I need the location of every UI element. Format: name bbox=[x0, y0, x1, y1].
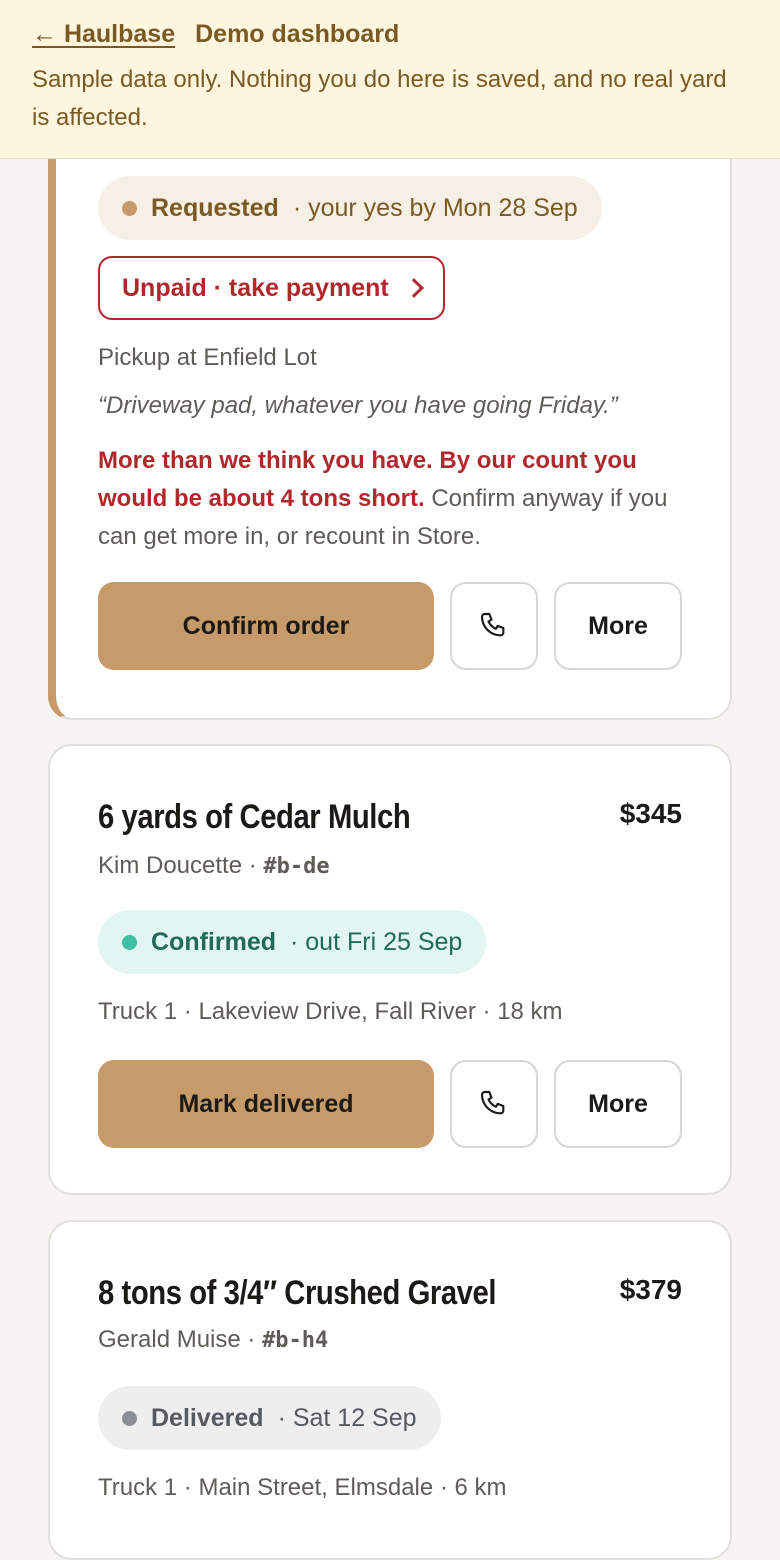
stock-warning: More than we think you have. By our coun… bbox=[98, 442, 688, 556]
delivery-route: Truck 1 · Main Street, Elmsdale · 6 km bbox=[98, 1474, 507, 1501]
order-card-requested: Requested · your yes by Mon 28 Sep Unpai… bbox=[48, 120, 732, 720]
order-ref: #b-de bbox=[263, 854, 330, 879]
customer-note: “Driveway pad, whatever you have going F… bbox=[98, 392, 618, 419]
order-header: 6 yards of Cedar Mulch $345 bbox=[98, 798, 682, 837]
call-customer-button[interactable] bbox=[450, 1060, 538, 1148]
status-dot-icon bbox=[122, 934, 137, 950]
status-detail: · your yes by Mon 28 Sep bbox=[292, 193, 578, 222]
phone-icon bbox=[480, 612, 505, 637]
confirm-order-button[interactable]: Confirm order bbox=[98, 582, 434, 670]
order-actions: Confirm order More bbox=[98, 582, 682, 670]
order-price: $345 bbox=[619, 798, 682, 829]
status-label: Confirmed bbox=[151, 927, 276, 956]
pickup-location: Pickup at Enfield Lot bbox=[98, 344, 317, 371]
order-title: 6 yards of Cedar Mulch bbox=[98, 798, 411, 836]
take-payment-label: Unpaid · take payment bbox=[122, 273, 389, 302]
status-dot-icon bbox=[122, 1410, 137, 1426]
status-badge: Confirmed · out Fri 25 Sep bbox=[98, 910, 487, 974]
order-header: 8 tons of 3/4″ Crushed Gravel $379 bbox=[98, 1274, 682, 1313]
mark-delivered-button[interactable]: Mark delivered bbox=[98, 1060, 434, 1148]
delivery-route: Truck 1 · Lakeview Drive, Fall River · 1… bbox=[98, 998, 563, 1025]
phone-icon bbox=[480, 1090, 505, 1115]
more-button[interactable]: More bbox=[554, 582, 682, 670]
status-badge: Requested · your yes by Mon 28 Sep bbox=[98, 176, 602, 240]
customer-name: Gerald Muise · bbox=[98, 1326, 263, 1353]
order-actions: Mark delivered More bbox=[98, 1060, 682, 1148]
order-title: 8 tons of 3/4″ Crushed Gravel bbox=[98, 1274, 497, 1312]
take-payment-button[interactable]: Unpaid · take payment bbox=[98, 256, 445, 320]
status-detail: · Sat 12 Sep bbox=[277, 1403, 417, 1432]
status-dot-icon bbox=[122, 200, 137, 216]
status-label: Requested bbox=[151, 193, 279, 222]
order-ref: #b-h4 bbox=[262, 1328, 329, 1353]
chevron-right-icon bbox=[403, 278, 424, 298]
order-price: $379 bbox=[619, 1274, 682, 1305]
banner-title: Demo dashboard bbox=[195, 20, 400, 48]
call-customer-button[interactable] bbox=[450, 582, 538, 670]
banner-header: ← Haulbase Demo dashboard bbox=[32, 20, 748, 49]
order-card-delivered[interactable]: 8 tons of 3/4″ Crushed Gravel $379 Geral… bbox=[48, 1220, 732, 1560]
more-button[interactable]: More bbox=[554, 1060, 682, 1148]
order-customer: Kim Doucette · #b-de bbox=[98, 852, 330, 880]
order-customer: Gerald Muise · #b-h4 bbox=[98, 1326, 328, 1354]
status-label: Delivered bbox=[151, 1403, 264, 1432]
back-to-haulbase-link[interactable]: ← Haulbase bbox=[32, 20, 175, 49]
customer-name: Kim Doucette · bbox=[98, 852, 264, 879]
order-card-confirmed[interactable]: 6 yards of Cedar Mulch $345 Kim Doucette… bbox=[48, 744, 732, 1195]
status-detail: · out Fri 25 Sep bbox=[290, 927, 463, 956]
demo-banner: ← Haulbase Demo dashboard Sample data on… bbox=[0, 0, 780, 159]
banner-notice: Sample data only. Nothing you do here is… bbox=[32, 66, 727, 131]
status-badge: Delivered · Sat 12 Sep bbox=[98, 1386, 441, 1450]
